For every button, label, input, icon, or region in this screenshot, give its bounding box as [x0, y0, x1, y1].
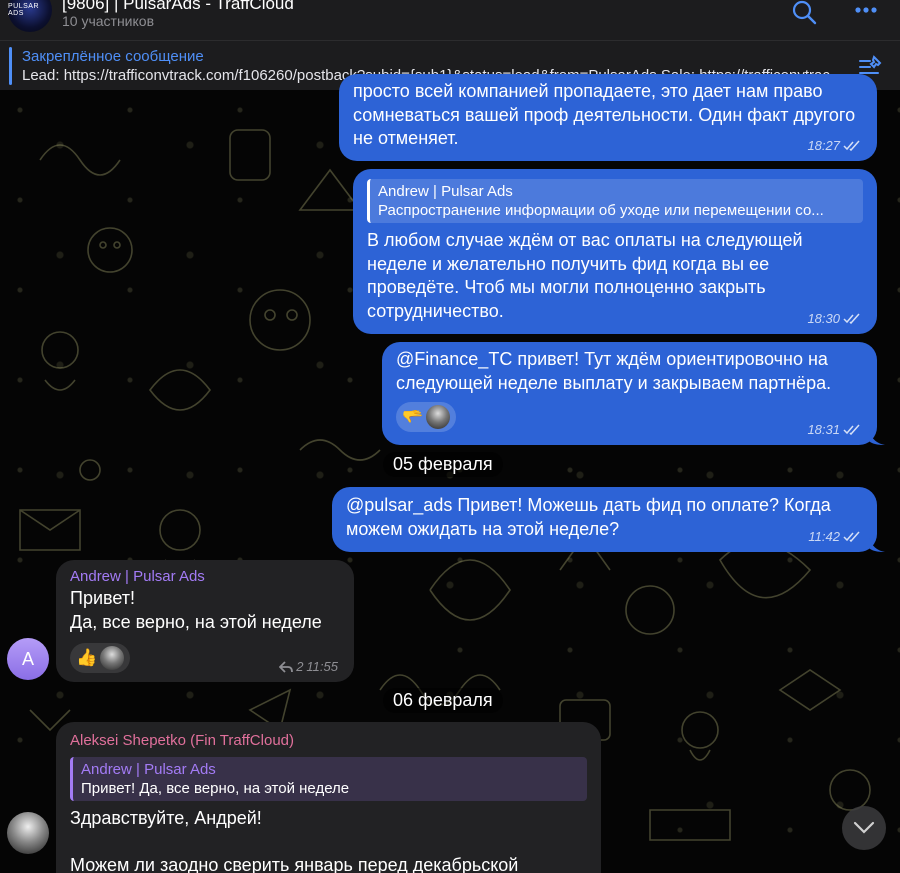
sender-name[interactable]: Aleksei Shepetko (Fin TraffCloud) — [70, 731, 587, 751]
message-text: @pulsar_ads Привет! Можешь дать фид по о… — [346, 495, 831, 539]
message-text-line: Да, все верно, на этой неделе — [70, 611, 322, 632]
pinned-indicator — [9, 47, 12, 85]
message-time: 18:30 — [807, 311, 861, 326]
group-avatar[interactable]: PULSAR ADS — [8, 0, 52, 32]
time-label: 11:42 — [808, 529, 840, 544]
reply-arrow-icon — [279, 660, 294, 673]
reply-quote[interactable]: Andrew | Pulsar Ads Привет! Да, все верн… — [70, 757, 587, 801]
reaction-chip[interactable]: 🫳 — [396, 402, 457, 432]
message-incoming[interactable]: Andrew | Pulsar Ads Привет! Да, все верн… — [56, 560, 354, 682]
message-time: 11:42 — [808, 529, 861, 544]
message-text: просто всей компанией пропадаете, это да… — [353, 81, 856, 148]
reactor-avatar — [426, 405, 451, 429]
reaction-emoji: 👍 — [76, 648, 98, 667]
double-check-icon — [843, 140, 860, 151]
message-meta[interactable]: 2 11:55 — [279, 659, 338, 674]
date-separator: 05 февраля — [383, 452, 503, 477]
double-check-icon — [843, 424, 860, 435]
message-time: 18:27 — [807, 138, 861, 153]
sender-name[interactable]: Andrew | Pulsar Ads — [70, 567, 340, 587]
message-time: 18:31 — [807, 422, 861, 437]
message-text-line: Привет! — [70, 588, 136, 608]
date-separator: 06 февраля — [383, 688, 503, 713]
time-label: 18:30 — [807, 311, 840, 326]
message-incoming[interactable]: Aleksei Shepetko (Fin TraffCloud) Andrew… — [56, 722, 601, 873]
double-check-icon — [843, 313, 860, 324]
reaction-chip[interactable]: 👍 — [70, 643, 131, 673]
chevron-down-icon — [853, 821, 875, 834]
message-text-line: Здравствуйте, Андрей! — [70, 808, 262, 828]
message-outgoing[interactable]: @Finance_TC привет! Тут ждём ориентирово… — [382, 342, 885, 445]
avatar[interactable]: A — [7, 638, 49, 680]
reply-quote[interactable]: Andrew | Pulsar Ads Распространение инфо… — [367, 179, 863, 223]
more-icon[interactable] — [852, 0, 880, 28]
bubble-tail — [869, 538, 885, 552]
time-label: 18:27 — [807, 138, 840, 153]
message-text: @Finance_TC привет! Тут ждём ориентирово… — [396, 349, 832, 393]
message-outgoing[interactable]: Andrew | Pulsar Ads Распространение инфо… — [353, 169, 877, 334]
reactor-avatar — [100, 646, 125, 670]
reply-snippet: Привет! Да, все верно, на этой неделе — [81, 780, 350, 797]
scroll-to-bottom-button[interactable] — [842, 806, 886, 850]
time-label: 11:55 — [306, 659, 338, 674]
reply-author: Andrew | Pulsar Ads — [81, 761, 216, 778]
double-check-icon — [843, 531, 860, 542]
pinned-title: Закреплённое сообщение — [22, 48, 204, 65]
reply-count: 2 — [296, 659, 304, 674]
reaction-emoji: 🫳 — [402, 407, 424, 426]
message-text: В любом случае ждём от вас оплаты на сле… — [367, 230, 803, 321]
chat-title[interactable]: [9806] | PulsarAds - TraffCloud — [62, 0, 294, 14]
message-outgoing[interactable]: @pulsar_ads Привет! Можешь дать фид по о… — [332, 487, 885, 552]
chat-header[interactable]: PULSAR ADS [9806] | PulsarAds - TraffClo… — [0, 0, 900, 40]
search-icon[interactable] — [790, 0, 818, 28]
reply-author: Andrew | Pulsar Ads — [378, 183, 513, 200]
avatar[interactable] — [7, 812, 49, 854]
member-count: 10 участников — [62, 13, 155, 29]
time-label: 18:31 — [807, 422, 840, 437]
message-text-line: Можем ли заодно сверить январь перед дек… — [70, 854, 519, 873]
reply-snippet: Распространение информации об уходе или … — [378, 202, 824, 219]
message-outgoing[interactable]: просто всей компанией пропадаете, это да… — [339, 74, 877, 161]
bubble-tail — [869, 431, 885, 445]
